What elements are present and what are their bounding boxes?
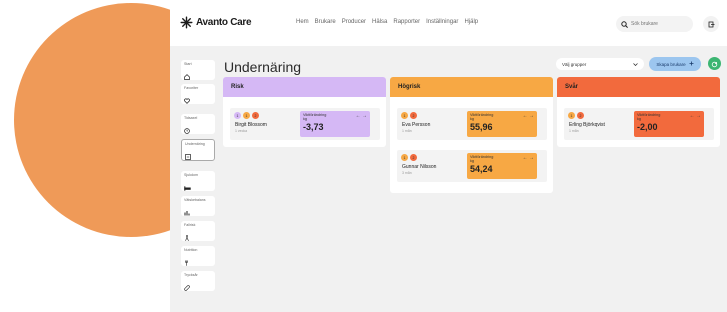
column-header-hoglig: Högrisk <box>390 77 553 97</box>
group-select[interactable]: Välj grupper <box>556 58 644 70</box>
indicator-dots: 1 2 <box>401 154 417 161</box>
sidebar-item-label: Start <box>184 62 192 66</box>
page: Avanto Care Hem Brukare Producer Hälsa R… <box>0 0 727 312</box>
add-user-label: Skapa brukare <box>656 61 686 67</box>
search-icon <box>621 15 628 33</box>
patient-name: Eva Persson <box>402 122 431 128</box>
sidebar-item-label: Nutrition <box>184 248 198 252</box>
fork-icon <box>184 253 212 271</box>
sidebar-item-label: Trycksår <box>184 273 198 277</box>
sidebar-item-label: Undernäring <box>185 142 205 146</box>
sidebar-item-nutrition[interactable]: Nutrition <box>181 246 215 266</box>
person-icon <box>184 228 212 246</box>
top-bar: Avanto Care Hem Brukare Producer Hälsa R… <box>170 0 727 46</box>
chart-icon <box>184 203 212 221</box>
indicator-dots: 1 1 2 <box>234 112 259 119</box>
page-title: Undernäring <box>224 59 302 75</box>
app-name: Avanto Care <box>196 17 252 28</box>
patient-name: Erling Björkqvist <box>569 122 605 128</box>
patient-card[interactable]: 1 2 Erling Björkqvist 1 mån Viktförändri… <box>564 108 714 140</box>
metric-value: 55,96 <box>470 122 493 132</box>
metric-box: Viktförändring kg -2,00 ← → <box>634 111 704 137</box>
group-select-value: Välj grupper <box>562 61 587 67</box>
patient-card[interactable]: 1 2 Gunnar Nilsson 3 mån Viktförändring … <box>397 150 547 182</box>
sidebar-item-label: Vätskebalans <box>184 198 206 202</box>
sidebar-item-sjukdom[interactable]: Sjukdom <box>181 171 215 191</box>
bed-icon <box>184 178 212 196</box>
indicator-dot: 2 <box>577 112 584 119</box>
patient-period: 1 vecka <box>235 129 248 133</box>
clock-icon <box>184 121 212 139</box>
add-user-button[interactable]: Skapa brukare <box>649 57 701 71</box>
patient-period: 3 mån <box>402 171 412 175</box>
metric-box: Viktförändring kg 54,24 ← → <box>467 153 537 179</box>
arrow-icons[interactable]: ← → <box>690 113 701 119</box>
sidebar-item-label: Sjukdom <box>184 173 198 177</box>
logo-icon <box>180 16 193 29</box>
nav-item-producer[interactable]: Producer <box>342 19 366 25</box>
home-icon <box>184 67 212 85</box>
metric-value: -2,00 <box>637 122 658 132</box>
sidebar-item-tidsaxel[interactable]: Tidsaxel <box>181 114 215 134</box>
patient-card[interactable]: 1 2 Eva Persson 1 mån Viktförändring kg … <box>397 108 547 140</box>
patient-period: 1 mån <box>402 129 412 133</box>
metric-value: 54,24 <box>470 164 493 174</box>
column-header-risk: Risk <box>223 77 386 97</box>
sidebar-item-label: Favoriter <box>184 86 199 90</box>
patient-period: 1 mån <box>569 129 579 133</box>
nav-item-installningar[interactable]: Inställningar <box>426 19 458 25</box>
logout-button[interactable] <box>703 16 719 32</box>
sidebar-item-start[interactable]: Start <box>181 60 215 80</box>
indicator-dot: 1 <box>568 112 575 119</box>
column-svar: Svår 1 2 Erling Björkqvist 1 mån Viktför… <box>557 77 720 147</box>
arrow-icons[interactable]: ← → <box>523 113 534 119</box>
sidebar-item-fallrisk[interactable]: Fallrisk <box>181 221 215 241</box>
logo[interactable]: Avanto Care <box>180 16 252 29</box>
indicator-dots: 1 2 <box>401 112 417 119</box>
nav-item-brukare[interactable]: Brukare <box>315 19 336 25</box>
main-nav: Hem Brukare Producer Hälsa Rapporter Ins… <box>296 19 478 25</box>
indicator-dots: 1 2 <box>568 112 584 119</box>
indicator-dot: 2 <box>252 112 259 119</box>
column-header-svar: Svår <box>557 77 720 97</box>
indicator-dot: 1 <box>401 154 408 161</box>
refresh-icon <box>711 55 718 73</box>
patient-name: Birgit Blossom <box>235 122 267 128</box>
app-window: Avanto Care Hem Brukare Producer Hälsa R… <box>170 0 727 312</box>
arrow-icons[interactable]: ← → <box>523 155 534 161</box>
nav-item-rapporter[interactable]: Rapporter <box>393 19 420 25</box>
refresh-button[interactable] <box>708 57 721 70</box>
plus-icon <box>689 61 694 67</box>
sidebar-item-vatskebalans[interactable]: Vätskebalans <box>181 196 215 216</box>
metric-box: Viktförändring kg 55,96 ← → <box>467 111 537 137</box>
search-box[interactable] <box>616 16 693 32</box>
sidebar-item-undernaring[interactable]: Undernäring <box>181 139 215 161</box>
metric-value: -3,73 <box>303 122 324 132</box>
bandage-icon <box>184 278 212 296</box>
column-hoglig: Högrisk 1 2 Eva Persson 1 mån Viktföränd… <box>390 77 553 193</box>
column-risk: Risk 1 1 2 Birgit Blossom 1 vecka Viktfö… <box>223 77 386 147</box>
nav-item-halsa[interactable]: Hälsa <box>372 19 387 25</box>
patient-name: Gunnar Nilsson <box>402 164 437 170</box>
arrow-icons[interactable]: ← → <box>356 113 367 119</box>
chevron-down-icon <box>633 62 638 67</box>
scale-icon <box>185 147 211 165</box>
indicator-dot: 1 <box>243 112 250 119</box>
patient-card[interactable]: 1 1 2 Birgit Blossom 1 vecka Viktförändr… <box>230 108 380 140</box>
indicator-dot: 2 <box>410 112 417 119</box>
search-input[interactable] <box>631 21 689 27</box>
indicator-dot: 1 <box>401 112 408 119</box>
sidebar-item-label: Tidsaxel <box>184 116 198 120</box>
nav-item-hem[interactable]: Hem <box>296 19 309 25</box>
heart-icon <box>184 91 212 109</box>
sidebar-item-trycksar[interactable]: Trycksår <box>181 271 215 291</box>
sidebar-item-label: Fallrisk <box>184 223 196 227</box>
logout-icon <box>708 15 715 33</box>
sidebar-item-favoriter[interactable]: Favoriter <box>181 84 215 104</box>
indicator-dot: 2 <box>410 154 417 161</box>
metric-box: Viktförändring kg -3,73 ← → <box>300 111 370 137</box>
indicator-dot: 1 <box>234 112 241 119</box>
nav-item-hjalp[interactable]: Hjälp <box>464 19 478 25</box>
